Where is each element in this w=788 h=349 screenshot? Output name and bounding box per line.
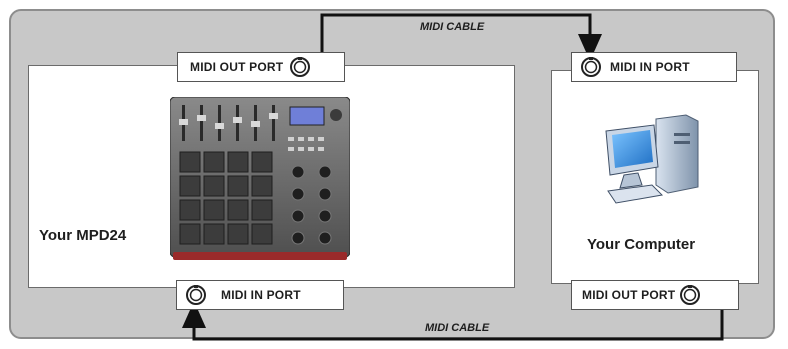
computer-midi-in-port: MIDI IN PORT [571,52,737,82]
mpd24-label: Your MPD24 [39,227,127,244]
computer-midi-in-label: MIDI IN PORT [610,60,690,74]
computer-midi-out-port: MIDI OUT PORT [571,280,739,310]
top-cable-label: MIDI CABLE [420,21,485,33]
midi-jack-icon [680,285,701,305]
midi-connection-diagram: MIDI CABLE MIDI CABLE MIDI OUT PORT MIDI… [0,0,788,349]
midi-jack-icon [290,57,311,77]
mpd-midi-out-label: MIDI OUT PORT [190,60,284,74]
midi-jack-icon [581,57,601,77]
mpd-midi-in-port: MIDI IN PORT [176,280,344,310]
computer-midi-out-label: MIDI OUT PORT [582,288,676,302]
mpd-midi-in-label: MIDI IN PORT [221,288,301,302]
computer-icon [605,114,699,204]
mpd-midi-out-port: MIDI OUT PORT [177,52,345,82]
lcd-screen [289,106,325,126]
computer-label: Your Computer [587,236,696,253]
mpd24-device-image [170,97,350,260]
midi-jack-icon [186,285,206,305]
bottom-cable-label: MIDI CABLE [425,322,490,334]
